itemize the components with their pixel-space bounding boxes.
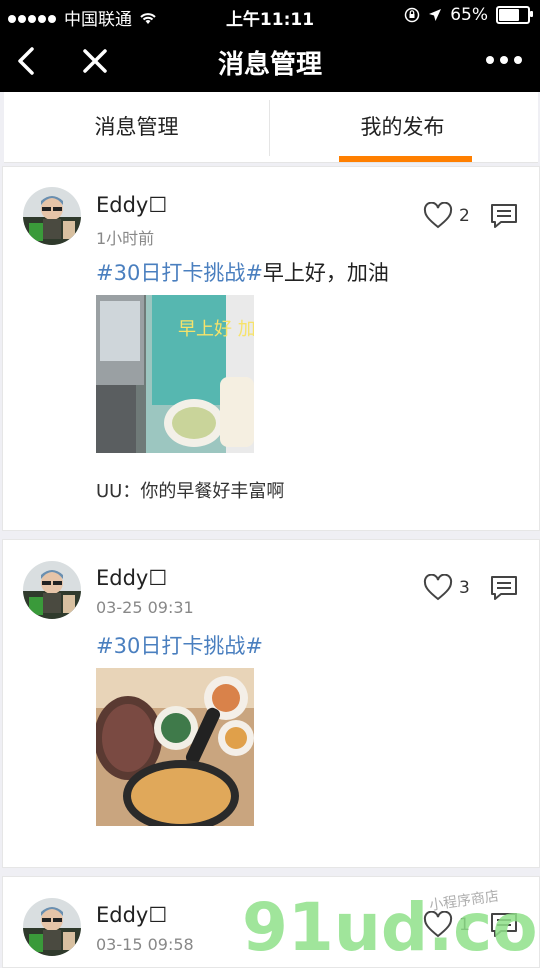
post-comment: UU：你的早餐好丰富啊 [96, 481, 285, 502]
post-card: Eddy☐ 1小时前 2 #30日打卡挑战#早上好，加油 早上好 加油 UU：你… [2, 166, 540, 531]
post-time: 03-25 09:31 [96, 598, 194, 617]
post-body: 早上好，加油 [262, 261, 389, 285]
comment-icon[interactable] [489, 573, 519, 603]
like-count: 3 [459, 578, 470, 598]
post-hashtag[interactable]: #30日打卡挑战# [96, 634, 263, 658]
post-username: Eddy☐ [96, 566, 168, 590]
post-username: Eddy☐ [96, 903, 168, 927]
post-time: 03-15 09:58 [96, 935, 194, 954]
post-text: #30日打卡挑战# [96, 630, 263, 660]
watermark-logo: 91ud.com 小程序商店 [242, 888, 540, 958]
tab-my-posts[interactable]: 我的发布 [270, 92, 535, 162]
orientation-lock-icon [404, 7, 420, 23]
post-username: Eddy☐ [96, 193, 168, 217]
active-tab-indicator [339, 156, 472, 162]
like-button[interactable]: 3 [423, 574, 483, 604]
nav-bar: 消息管理 [0, 30, 540, 92]
post-card: Eddy☐ 03-25 09:31 3 #30日打卡挑战# [2, 539, 540, 868]
battery-fill [499, 9, 519, 21]
heart-icon [423, 202, 453, 229]
status-bar: 中国联通 上午11:11 65% [0, 0, 540, 30]
page-title: 消息管理 [217, 50, 322, 80]
post-image[interactable]: 早上好 加油 [96, 295, 254, 453]
avatar[interactable] [23, 187, 81, 245]
battery-icon [496, 6, 533, 24]
post-text: #30日打卡挑战#早上好，加油 [96, 257, 389, 287]
like-button[interactable]: 2 [423, 202, 483, 232]
heart-icon [423, 574, 453, 601]
post-time: 1小时前 [96, 229, 155, 248]
comment-icon[interactable] [489, 201, 519, 231]
location-arrow-icon [429, 9, 442, 21]
avatar[interactable] [23, 898, 81, 956]
post-hashtag[interactable]: #30日打卡挑战# [96, 261, 263, 285]
tab-message-management[interactable]: 消息管理 [4, 92, 269, 162]
tab-bar: 消息管理 我的发布 [4, 92, 538, 163]
avatar[interactable] [23, 561, 81, 619]
status-right: 65% [404, 5, 533, 25]
post-image[interactable] [96, 668, 254, 826]
more-options-icon[interactable] [484, 50, 524, 70]
like-count: 2 [459, 206, 470, 226]
image-caption: 早上好 加油 [178, 319, 254, 340]
battery-percent: 65% [450, 5, 488, 25]
